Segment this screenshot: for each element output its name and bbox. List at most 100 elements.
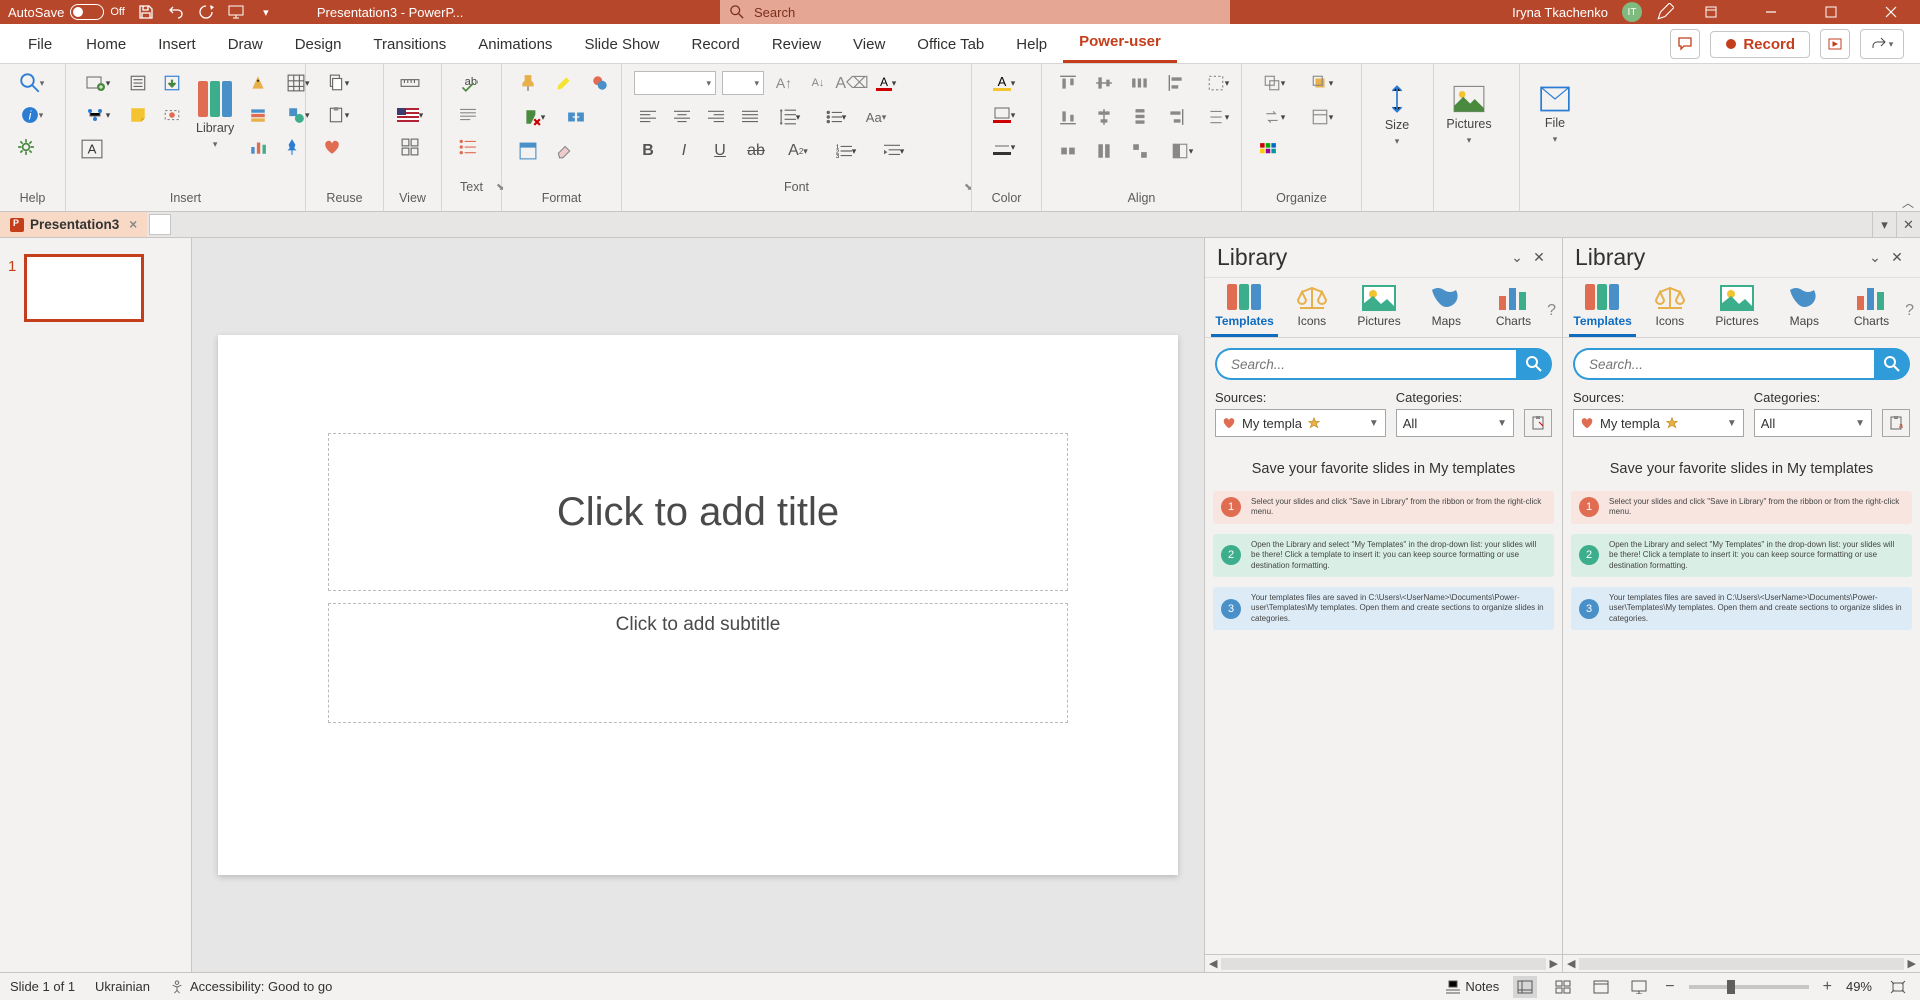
bullets-icon[interactable]: ▾: [816, 104, 856, 130]
library-search-input[interactable]: [1573, 348, 1874, 380]
pane-tab-icons[interactable]: Icons: [1278, 284, 1345, 337]
sources-dropdown[interactable]: My templa ▼: [1215, 409, 1386, 437]
categories-dropdown[interactable]: All ▼: [1754, 409, 1872, 437]
colors-swatch-icon[interactable]: [1254, 138, 1282, 164]
align-left-obj-icon[interactable]: [1162, 70, 1190, 96]
font-color-icon[interactable]: A▾: [872, 70, 900, 96]
document-tab[interactable]: Presentation3 ×: [0, 212, 147, 237]
reading-view-icon[interactable]: [1589, 976, 1613, 998]
align-middle-h-icon[interactable]: [1090, 70, 1118, 96]
normal-view-icon[interactable]: [1513, 976, 1537, 998]
bring-forward-icon[interactable]: ▾: [1302, 70, 1342, 96]
tab-slideshow[interactable]: Slide Show: [568, 26, 675, 63]
ribbon-display-icon[interactable]: [1688, 0, 1734, 24]
zoom-slider[interactable]: [1689, 985, 1809, 989]
pane-close-icon[interactable]: ✕: [1886, 249, 1908, 266]
pane-tab-icons[interactable]: Icons: [1636, 284, 1703, 337]
distribute-v-icon[interactable]: [1126, 104, 1154, 130]
pane-dropdown-icon[interactable]: ⌄: [1506, 249, 1528, 266]
align-bottom-icon[interactable]: [1054, 104, 1082, 130]
chart-icon[interactable]: [244, 134, 272, 160]
underline-icon[interactable]: U: [706, 138, 734, 164]
clipboard-filter-icon[interactable]: a: [1882, 409, 1910, 437]
remove-format-icon[interactable]: ▾: [514, 104, 554, 130]
same-height-icon[interactable]: [1090, 138, 1118, 164]
pin-icon[interactable]: [278, 134, 306, 160]
pane-dropdown-icon[interactable]: ⌄: [1864, 249, 1886, 266]
grow-font-icon[interactable]: A↑: [770, 70, 798, 96]
pane-tab-maps[interactable]: Maps: [1413, 284, 1480, 337]
slideshow-view-icon[interactable]: [1627, 976, 1651, 998]
file-button[interactable]: File▾: [1532, 70, 1578, 160]
paste-icon[interactable]: ▾: [318, 102, 358, 128]
sources-dropdown[interactable]: My templa ▼: [1573, 409, 1744, 437]
textbox-icon[interactable]: A: [78, 136, 106, 162]
thumbnail-slide-1[interactable]: 1: [8, 254, 183, 322]
user-name[interactable]: Iryna Tkachenko: [1512, 5, 1608, 20]
table-format-icon[interactable]: [514, 138, 542, 164]
bullets-red-icon[interactable]: [454, 134, 482, 160]
eyedropper-color-icon[interactable]: [586, 70, 614, 96]
stamp-icon[interactable]: [158, 102, 186, 128]
fill-color-icon[interactable]: A▾: [984, 70, 1024, 96]
bold-icon[interactable]: B: [634, 138, 662, 164]
agenda-icon[interactable]: [124, 70, 152, 96]
highlighter-icon[interactable]: [550, 70, 578, 96]
search-help-icon[interactable]: ▾: [12, 70, 52, 96]
close-button[interactable]: [1868, 0, 1914, 24]
tab-review[interactable]: Review: [756, 26, 837, 63]
accessibility-status[interactable]: Accessibility: Good to go: [170, 979, 332, 994]
align-left-icon[interactable]: [634, 104, 662, 130]
pane-close-icon[interactable]: ✕: [1528, 249, 1550, 266]
line-spacing-icon[interactable]: ▾: [770, 104, 810, 130]
font-size-dropdown[interactable]: ▾: [722, 71, 764, 95]
record-button[interactable]: Record: [1710, 31, 1810, 58]
zoom-level[interactable]: 49%: [1846, 979, 1872, 994]
line-color-icon[interactable]: ▾: [984, 134, 1024, 160]
present-icon[interactable]: [227, 3, 245, 21]
align-right-icon[interactable]: [702, 104, 730, 130]
minimize-button[interactable]: [1748, 0, 1794, 24]
tab-insert[interactable]: Insert: [142, 26, 212, 63]
tab-close-icon[interactable]: ✕: [1896, 212, 1920, 237]
indent-icon[interactable]: ▾: [874, 138, 914, 164]
fit-to-window-icon[interactable]: [1886, 976, 1910, 998]
clear-format-icon[interactable]: A⌫: [838, 70, 866, 96]
merge-icon[interactable]: [562, 104, 590, 130]
slide-thumbnails-panel[interactable]: 1: [0, 238, 192, 972]
copy-icon[interactable]: ▾: [318, 70, 358, 96]
change-case-icon[interactable]: Aa▾: [862, 104, 890, 130]
pictures-button[interactable]: Pictures▾: [1446, 70, 1492, 160]
new-slide-icon[interactable]: ▾: [78, 70, 118, 96]
notes-toggle[interactable]: Notes: [1445, 979, 1499, 994]
tab-minimize-icon[interactable]: ▾: [1872, 212, 1896, 237]
eraser-icon[interactable]: [550, 138, 578, 164]
pane-scrollbar[interactable]: ◀▶: [1205, 954, 1562, 972]
share-button[interactable]: ▾: [1860, 29, 1904, 59]
autosave-toggle[interactable]: AutoSave Off: [8, 4, 125, 20]
pane-help-icon[interactable]: ?: [1905, 302, 1914, 320]
new-tab-button[interactable]: [149, 214, 171, 235]
pane-tab-pictures[interactable]: Pictures: [1345, 284, 1412, 337]
pane-tab-templates[interactable]: Templates: [1211, 284, 1278, 337]
same-width-icon[interactable]: [1054, 138, 1082, 164]
present-teams-icon[interactable]: [1820, 29, 1850, 59]
tab-record[interactable]: Record: [675, 26, 755, 63]
stacked-icon[interactable]: [244, 102, 272, 128]
spellcheck-icon[interactable]: abc: [454, 70, 482, 96]
collapse-ribbon-icon[interactable]: ︿: [1902, 194, 1914, 211]
align-center-v-icon[interactable]: [1090, 104, 1118, 130]
categories-dropdown[interactable]: All ▼: [1396, 409, 1514, 437]
slide-counter[interactable]: Slide 1 of 1: [10, 979, 75, 994]
align-right-obj-icon[interactable]: [1162, 104, 1190, 130]
zoom-out-button[interactable]: −: [1665, 978, 1674, 996]
pane-tab-templates[interactable]: Templates: [1569, 284, 1636, 337]
icons-icon[interactable]: [244, 70, 272, 96]
slide-canvas-area[interactable]: Click to add title Click to add subtitle: [192, 238, 1204, 972]
thumbnail-preview[interactable]: [24, 254, 144, 322]
justify-icon[interactable]: [736, 104, 764, 130]
save-icon[interactable]: [137, 3, 155, 21]
heart-icon[interactable]: [318, 134, 346, 160]
spacing-icon[interactable]: ▾: [1198, 104, 1238, 130]
language-icon[interactable]: ▾: [396, 102, 424, 128]
